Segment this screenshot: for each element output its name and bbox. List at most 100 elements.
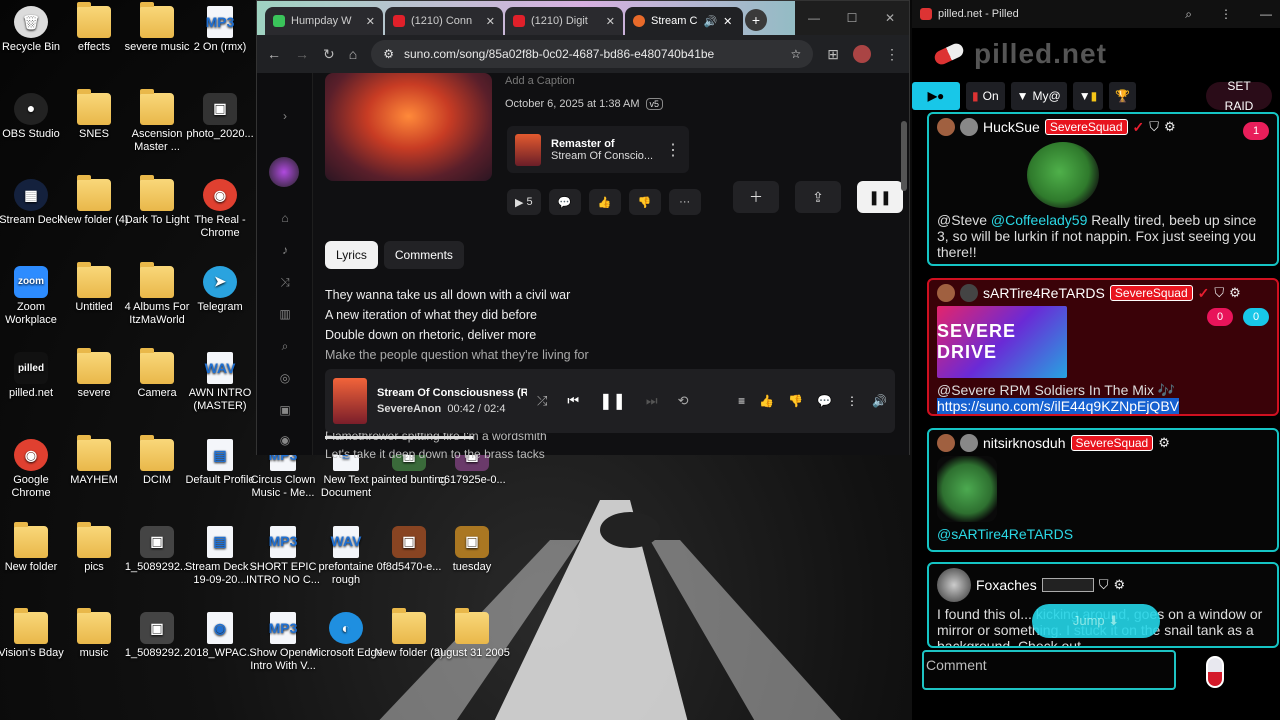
gear-icon[interactable]: ⚙ — [1229, 285, 1241, 301]
pause-icon[interactable]: ❚❚ — [599, 391, 626, 411]
player-progress-bar[interactable] — [325, 436, 474, 439]
close-icon[interactable]: ✕ — [486, 15, 495, 28]
shuffle-icon[interactable]: ⤮ — [537, 393, 547, 409]
more-icon[interactable]: ⋮ — [846, 394, 858, 408]
like-button[interactable]: 👍 — [588, 189, 621, 215]
browser-tab-0[interactable]: Humpday W ✕ — [265, 7, 383, 35]
maximize-icon[interactable]: ☐ — [833, 1, 871, 35]
library-nav-icon[interactable]: ▥ — [277, 307, 293, 323]
squad-badge[interactable]: SevereSquad — [1109, 285, 1193, 301]
reload-icon[interactable]: ↻ — [323, 46, 335, 63]
user-avatar[interactable] — [269, 157, 299, 187]
reaction-badge[interactable]: 1 — [1243, 122, 1269, 140]
avatar[interactable] — [937, 434, 955, 452]
forward-icon[interactable]: → — [295, 46, 309, 62]
comment-input[interactable]: Comment — [922, 650, 1176, 690]
comment-button[interactable]: 💬 — [548, 189, 581, 215]
zoom-icon[interactable]: ⌕ — [1185, 7, 1192, 22]
gear-icon[interactable]: ⚙ — [1164, 119, 1176, 135]
avatar[interactable] — [937, 568, 971, 602]
queue-icon[interactable]: ≡ — [738, 394, 745, 408]
avatar[interactable] — [960, 118, 978, 136]
squad-badge[interactable]: SevereSquad — [1070, 435, 1154, 451]
new-tab-button[interactable]: + — [745, 9, 767, 31]
desktop-icon[interactable]: ▣ tuesday — [434, 525, 510, 574]
profile-avatar[interactable] — [853, 45, 871, 63]
thumbs-up-icon[interactable]: 👍 — [759, 394, 774, 408]
speaker-icon[interactable]: 🔊 — [703, 15, 717, 28]
shield-icon[interactable]: ⛉ — [1214, 285, 1224, 301]
avatar[interactable] — [937, 118, 955, 136]
reaction-badge[interactable]: 0 — [1243, 308, 1269, 326]
previous-icon[interactable]: ⏮ — [567, 393, 579, 409]
search-nav-icon[interactable]: ⌕ — [277, 339, 293, 355]
remaster-card[interactable]: Remaster of Stream Of Conscio... ⋮ — [507, 126, 689, 173]
menu-icon[interactable]: ⋮ — [1220, 7, 1232, 22]
inbox-nav-icon[interactable]: ▣ — [277, 403, 293, 419]
mentions-button[interactable]: ▼ My@ — [1010, 82, 1067, 110]
avatar[interactable] — [937, 284, 955, 302]
avatar[interactable] — [960, 284, 978, 302]
dislike-button[interactable]: 👎 — [628, 189, 661, 215]
close-icon[interactable]: ✕ — [606, 15, 615, 28]
page-scrollbar[interactable] — [901, 121, 907, 191]
create-nav-icon[interactable]: ♪ — [277, 243, 293, 259]
pause-button[interactable]: ❚❚ — [857, 181, 903, 213]
avatar[interactable] — [960, 434, 978, 452]
set-raid-button[interactable]: SET RAID — [1206, 79, 1272, 113]
send-pill-button[interactable] — [1206, 656, 1224, 688]
shield-icon[interactable]: ⛉ — [1149, 119, 1159, 135]
more-icon[interactable]: ⋮ — [665, 140, 681, 160]
chat-toggle-button[interactable]: ▶● — [912, 82, 960, 110]
minimize-icon[interactable]: — — [795, 1, 833, 35]
browser-tab-2[interactable]: (1210) Digit ✕ — [505, 7, 623, 35]
repeat-icon[interactable]: ⟲ — [678, 393, 689, 409]
desktop-icon[interactable]: august 31 2005 — [434, 608, 510, 660]
play-count-button[interactable]: ▶ 5 — [507, 189, 541, 215]
close-icon[interactable]: ✕ — [366, 15, 375, 28]
mention-link[interactable]: @Coffeelady59 — [991, 212, 1087, 228]
url-field[interactable]: ⚙ suno.com/song/85a02f8b-0c02-4687-bd86-e… — [371, 40, 814, 68]
browser-tab-1[interactable]: (1210) Conn ✕ — [385, 7, 503, 35]
add-caption-link[interactable]: Add a Caption — [505, 75, 575, 87]
comment-icon[interactable]: 💬 — [817, 394, 832, 408]
desktop-icon[interactable]: WAV AWN INTRO (MASTER) — [182, 352, 258, 413]
gear-icon[interactable]: ⚙ — [1158, 435, 1170, 451]
player-artist[interactable]: SevereAnon — [377, 403, 441, 415]
desktop-icon[interactable]: ◉ The Real - Chrome — [182, 179, 258, 240]
desktop-icon[interactable]: MP3 2 On (rmx) — [182, 6, 258, 54]
shield-icon[interactable]: ⛉ — [1099, 577, 1109, 593]
tab-comments[interactable]: Comments — [383, 241, 464, 269]
close-window-icon[interactable]: ✕ — [871, 1, 909, 35]
squad-badge[interactable]: SevereSquad — [1044, 119, 1128, 135]
tab-lyrics[interactable]: Lyrics — [325, 241, 378, 269]
trophy-button[interactable]: 🏆 — [1109, 82, 1137, 110]
thumbs-down-icon[interactable]: 👎 — [788, 394, 803, 408]
share-button[interactable]: ⇪ — [795, 181, 841, 213]
username[interactable]: HuckSue — [983, 119, 1040, 135]
menu-icon[interactable]: ⋮ — [885, 46, 899, 63]
home-icon[interactable]: ⌂ — [349, 46, 357, 62]
desktop-icon[interactable]: ➤ Telegram — [182, 265, 258, 314]
minimize-icon[interactable]: — — [1260, 7, 1272, 22]
username[interactable]: Foxaches — [976, 577, 1037, 593]
back-icon[interactable]: ← — [267, 46, 281, 62]
username[interactable]: nitsirknosduh — [983, 435, 1066, 451]
reaction-badge[interactable]: 0 — [1207, 308, 1233, 326]
volume-icon[interactable]: 🔊 — [872, 394, 887, 408]
radio-nav-icon[interactable]: ◎ — [277, 371, 293, 387]
next-icon[interactable]: ⏭ — [646, 393, 658, 409]
explore-nav-icon[interactable]: ⤨ — [277, 275, 293, 291]
suno-link[interactable]: https://suno.com/s/ilE44q9KZNpEjQBV — [937, 398, 1179, 414]
mention-link[interactable]: @sARTire4ReTARDS — [937, 526, 1073, 542]
site-info-icon[interactable]: ⚙ — [383, 47, 394, 61]
jump-to-bottom-button[interactable]: Jump ⬇ — [1032, 604, 1160, 638]
home-nav-icon[interactable]: ⌂ — [277, 211, 293, 227]
player-title[interactable]: Stream Of Consciousness (R — [377, 387, 527, 399]
desktop-icon[interactable]: ▣ photo_2020... — [182, 92, 258, 141]
gear-icon[interactable]: ⚙ — [1113, 577, 1125, 593]
compass-nav-icon[interactable]: ◉ — [277, 433, 293, 449]
browser-tab-3[interactable]: Stream C 🔊 ✕ — [625, 7, 743, 35]
bookmark-star-icon[interactable]: ☆ — [791, 47, 802, 61]
close-icon[interactable]: ✕ — [723, 15, 732, 28]
